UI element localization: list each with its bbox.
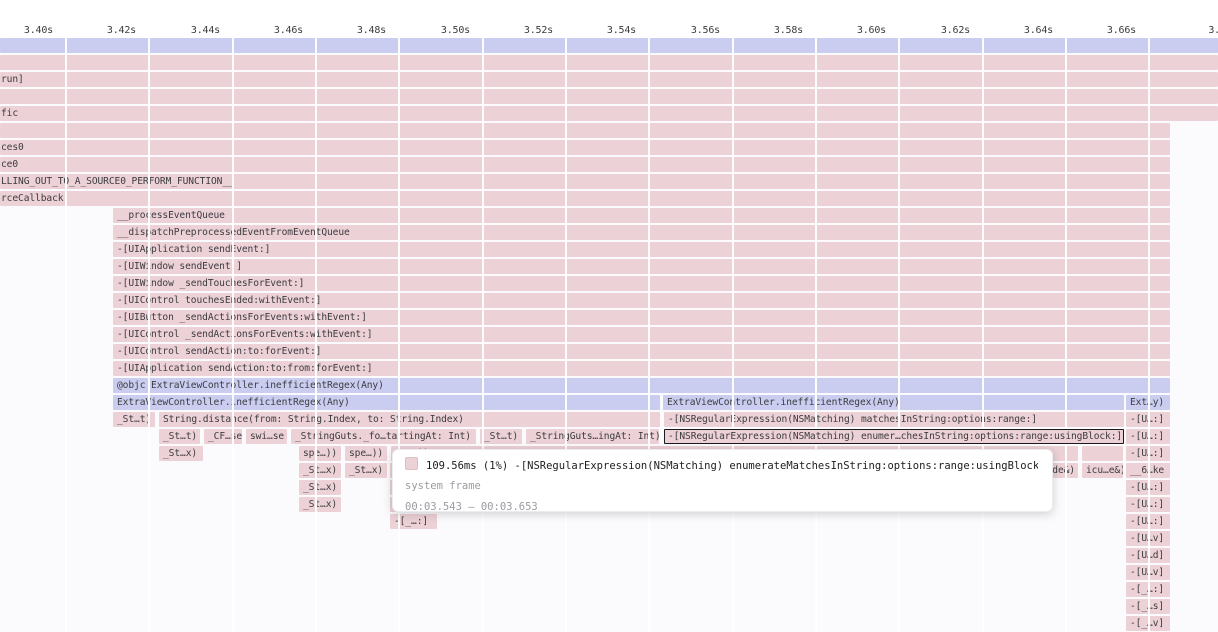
frame-tooltip: 109.56ms (1%) -[NSRegularExpression(NSMa… (392, 449, 1053, 512)
flame-bar[interactable]: -[UIControl sendAction:to:forEvent:] (113, 344, 1170, 359)
ruler-tick-label: 3.46s (243, 25, 303, 36)
flame-bar-selected[interactable]: -[NSRegularExpression(NSMatching) enumer… (664, 429, 1124, 444)
gridline (398, 38, 400, 632)
tooltip-time-range: 00:03.543 — 00:03.653 (405, 497, 1038, 518)
flame-bar[interactable]: -[UIApplication sendAction:to:from:forEv… (113, 361, 1170, 376)
flame-bar[interactable]: _St…t) (480, 429, 522, 444)
flame-bar[interactable] (0, 55, 1218, 70)
gridline (1148, 38, 1150, 632)
flame-bar[interactable]: String.distance(from: String.Index, to: … (159, 412, 660, 427)
gridline (648, 38, 650, 632)
flame-bar[interactable]: _St…x) (345, 463, 387, 478)
ruler-tick-label: 3.60s (826, 25, 886, 36)
gridline (565, 38, 567, 632)
flame-bar[interactable]: icu…e&) (1082, 463, 1123, 478)
gridline (482, 38, 484, 632)
flame-bar[interactable]: _St…x) (299, 497, 341, 512)
gridline (232, 38, 234, 632)
gridline (815, 38, 817, 632)
flame-bar[interactable]: _St…x) (299, 480, 341, 495)
flame-bar[interactable] (0, 89, 1218, 104)
flame-bar[interactable]: -[UIControl _sendActionsForEvents:withEv… (113, 327, 1170, 342)
ruler-tick-label: 3.40s (0, 25, 53, 36)
flame-bar[interactable]: _CF…se (204, 429, 242, 444)
flame-bar[interactable]: -[UIApplication sendEvent:] (113, 242, 1170, 257)
gridline (898, 38, 900, 632)
flame-bar[interactable]: -[UIControl touchesEnded:withEvent:] (113, 293, 1170, 308)
ruler-tick-label: 3.54s (576, 25, 636, 36)
ruler-tick-label: 3.58s (743, 25, 803, 36)
flame-bar[interactable]: -[UIWindow sendEvent:] (113, 259, 1170, 274)
ruler-tick-label: 3.48s (326, 25, 386, 36)
gridline (315, 38, 317, 632)
frame-color-swatch-icon (405, 457, 418, 470)
flame-bar[interactable]: ExtraViewController.inefficientRegex(Any… (113, 395, 660, 410)
time-ruler[interactable]: 3.40s 3.42s 3.44s 3.46s 3.48s 3.50s 3.52s 3.54s… (0, 0, 1218, 38)
flame-bar[interactable]: __dispatchPreprocessedEventFromEventQueu… (113, 225, 1170, 240)
flame-bar[interactable]: _St…t) (159, 429, 200, 444)
flame-bar[interactable]: _StringGuts…ingAt: Int) (526, 429, 659, 444)
flame-bar[interactable]: rceCallback (0, 191, 1170, 206)
ruler-tick-label: 3.44s (160, 25, 220, 36)
flame-bar[interactable]: swi…se (246, 429, 287, 444)
gridline (65, 38, 67, 632)
flame-bar[interactable]: @objc ExtraViewController.inefficientReg… (113, 378, 1170, 393)
flame-bar[interactable]: LLING_OUT_TO_A_SOURCE0_PERFORM_FUNCTION_… (0, 174, 1170, 189)
flame-bar[interactable]: _StringGuts._fo…tartingAt: Int) (291, 429, 476, 444)
flame-bar[interactable]: -[UIButton _sendActionsForEvents:withEve… (113, 310, 1170, 325)
ruler-tick-label: 3.66s (1076, 25, 1136, 36)
flame-bar[interactable]: ces0 (0, 140, 1170, 155)
flame-bar[interactable]: spe…)) (299, 446, 341, 461)
ruler-tick-label: 3.64s (993, 25, 1053, 36)
flame-bar[interactable] (0, 123, 1170, 138)
gridline (1065, 38, 1067, 632)
flame-graph-view: run] fic ces0 ce0 LLING_OUT_TO_A_SOURCE0_PER… (0, 0, 1218, 632)
ruler-tick-label: 3.42s (76, 25, 136, 36)
flame-bar[interactable]: __processEventQueue (113, 208, 1170, 223)
ruler-tick-label: 3.50s (410, 25, 470, 36)
flame-bar[interactable]: fic (0, 106, 1218, 121)
gridline (982, 38, 984, 632)
flame-bar[interactable]: _St…x) (299, 463, 341, 478)
ruler-tick-label: 3.52s (493, 25, 553, 36)
flame-bar[interactable]: -[UIWindow _sendTouchesForEvent:] (113, 276, 1170, 291)
ruler-tick-label: 3. (1160, 25, 1218, 36)
flame-bar[interactable]: _St…x) (159, 446, 203, 461)
flame-bar[interactable] (1082, 446, 1123, 461)
flame-bar[interactable]: ce0 (0, 157, 1170, 172)
flame-bar[interactable]: spe…)) (345, 446, 387, 461)
tooltip-duration-and-symbol: 109.56ms (1%) -[NSRegularExpression(NSMa… (426, 460, 1038, 472)
tooltip-frame-kind: system frame (405, 476, 1038, 497)
ruler-tick-label: 3.62s (910, 25, 970, 36)
flame-bar[interactable]: run] (0, 72, 1218, 87)
tooltip-title-row: 109.56ms (1%) -[NSRegularExpression(NSMa… (405, 457, 1038, 476)
gridline (148, 38, 150, 632)
ruler-tick-label: 3.56s (660, 25, 720, 36)
gridline (732, 38, 734, 632)
flame-bar[interactable] (0, 38, 1218, 53)
